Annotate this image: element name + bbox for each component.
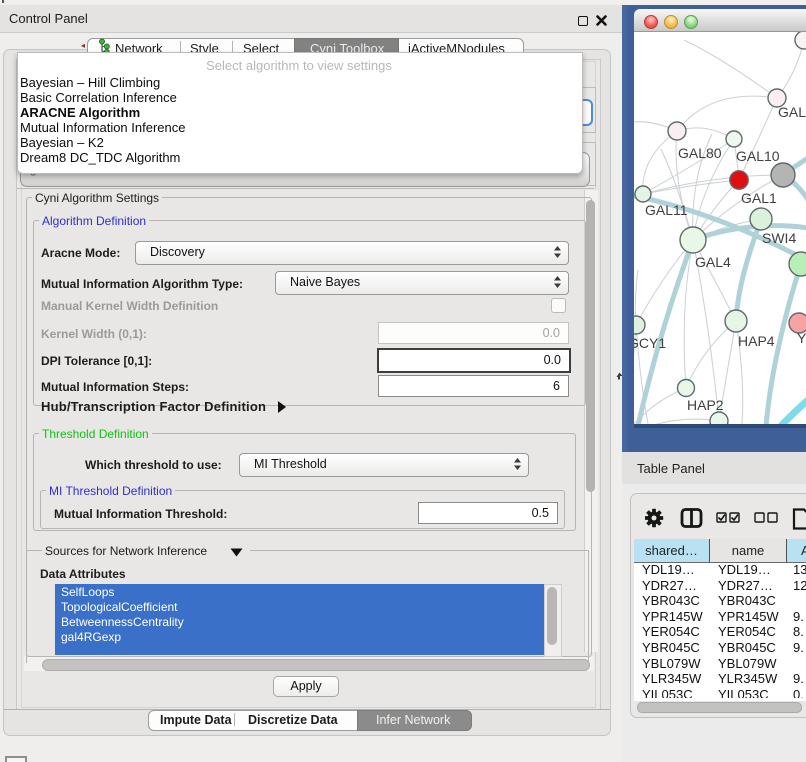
svg-text:GAL80: GAL80: [678, 145, 722, 161]
svg-text:GAL10: GAL10: [736, 148, 780, 164]
svg-text:SWI4: SWI4: [762, 230, 796, 246]
svg-text:Y: Y: [797, 330, 806, 346]
svg-text:GAL1: GAL1: [741, 190, 777, 206]
svg-text:HAP2: HAP2: [687, 397, 724, 413]
svg-text:GAL7: GAL7: [778, 104, 806, 120]
svg-text:GAL4: GAL4: [695, 254, 731, 270]
svg-text:HAP4: HAP4: [738, 333, 775, 349]
svg-text:GAL11: GAL11: [645, 202, 688, 218]
svg-text:GCY1: GCY1: [634, 335, 666, 351]
